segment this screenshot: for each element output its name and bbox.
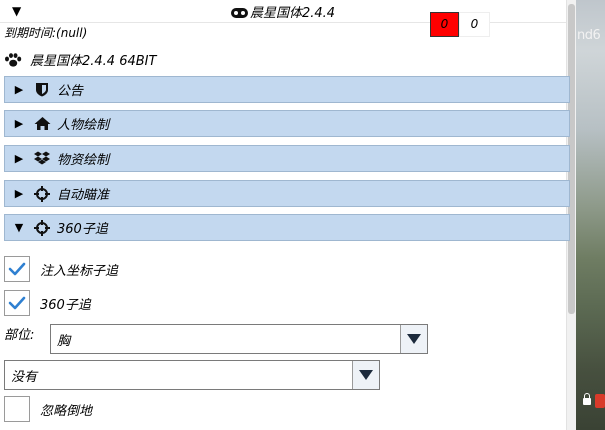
body-part-label: 部位: (4, 328, 35, 343)
collapse-arrow-icon: ▼ (14, 221, 24, 234)
white-counter: 0 (459, 12, 490, 37)
section-auto-aim[interactable]: ▶ 自动瞄准 (4, 180, 570, 207)
version-line: 晨星国体2.4.4 64BIT (4, 50, 156, 69)
section-label: 360子追 (57, 222, 108, 237)
shield-icon (33, 82, 51, 98)
section-label: 人物绘制 (57, 118, 110, 133)
game-background: nd6 (575, 0, 605, 430)
dropdown-arrow-icon[interactable] (400, 325, 427, 353)
section-announcement[interactable]: ▶ 公告 (4, 76, 570, 103)
section-label: 物资绘制 (57, 153, 110, 168)
dropbox-icon (33, 151, 51, 167)
section-player-esp[interactable]: ▶ 人物绘制 (4, 110, 570, 137)
background-text-fragment: nd6 (577, 28, 601, 43)
checkmark-icon (8, 262, 26, 276)
secondary-select-value: 没有 (11, 369, 38, 385)
crosshair-icon (33, 219, 51, 236)
option-360-track[interactable]: 360子追 (4, 290, 91, 316)
expand-arrow-icon: ▶ (14, 83, 24, 96)
home-icon (33, 116, 51, 132)
section-label: 自动瞄准 (57, 188, 110, 203)
expand-arrow-icon: ▶ (14, 187, 24, 200)
section-item-esp[interactable]: ▶ 物资绘制 (4, 145, 570, 172)
track-360-label: 360子追 (40, 297, 91, 313)
crosshair-icon (33, 185, 51, 202)
lock-icon (583, 393, 591, 405)
inject-coord-checkbox[interactable] (4, 256, 30, 282)
body-part-select[interactable]: 胸 (50, 324, 428, 354)
version-label: 晨星国体2.4.4 64BIT (30, 54, 157, 69)
expand-arrow-icon: ▶ (14, 152, 24, 165)
section-label: 公告 (57, 84, 84, 99)
window-title: 晨星国体2.4.4 (249, 6, 336, 21)
checkmark-icon (8, 296, 26, 310)
expand-arrow-icon: ▶ (14, 117, 24, 130)
expire-time-label: 到期时间:(null) (4, 26, 88, 40)
gamepad-icon (230, 8, 248, 18)
body-part-value: 胸 (57, 333, 71, 349)
secondary-select[interactable]: 没有 (4, 360, 380, 390)
track-360-checkbox[interactable] (4, 290, 30, 316)
option-inject-coord[interactable]: 注入坐标子追 (4, 256, 118, 282)
notification-badge (595, 394, 605, 408)
paw-icon (5, 52, 22, 67)
dropdown-arrow-icon[interactable] (352, 361, 379, 389)
ignore-downed-checkbox[interactable] (4, 396, 30, 422)
red-counter: 0 (430, 12, 459, 37)
inject-coord-label: 注入坐标子追 (40, 263, 119, 279)
section-360-track[interactable]: ▼ 360子追 (4, 214, 570, 241)
ignore-downed-label: 忽略倒地 (40, 403, 93, 419)
option-ignore-downed[interactable]: 忽略倒地 (4, 396, 92, 422)
